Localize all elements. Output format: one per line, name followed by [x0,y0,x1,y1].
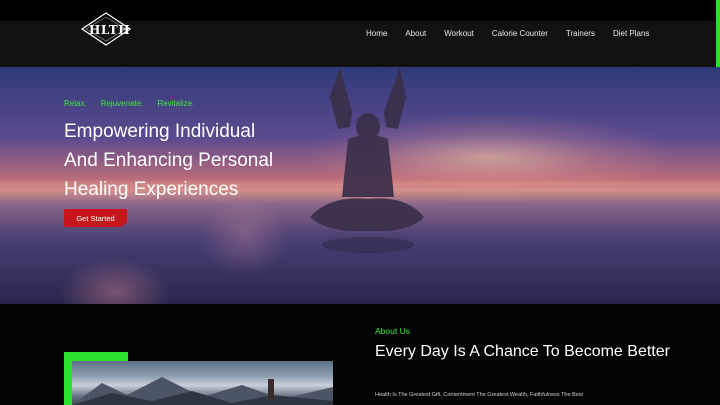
page: HLTH Home About Workout Calorie Counter … [0,0,720,405]
about-label: About Us [375,326,410,336]
tagline-item: Revitalize. [157,99,195,108]
logo-text: HLTH [89,23,131,37]
hero-title-line: Healing Experiences [64,179,239,200]
tagline-item: Rejuvenate. [100,99,144,108]
about-mountain-image [72,361,333,405]
about-text: Health Is The Greatest Gift, Contentment… [375,392,584,398]
get-started-button[interactable]: Get Started [64,209,127,227]
about-section: About Us Every Day Is A Chance To Become… [0,304,720,405]
hero-title: Empowering Individual And Enhancing Pers… [64,117,344,204]
nav-item-trainers[interactable]: Trainers [566,28,595,40]
hero-title-line: Empowering Individual [64,121,256,142]
hero-bokeh-light [200,197,290,277]
nav-item-diet-plans[interactable]: Diet Plans [613,28,649,40]
about-title: Every Day Is A Chance To Become Better [375,343,670,360]
mountain-illustration [72,377,333,405]
hero-tagline: Relax. Rejuvenate. Revitalize. [64,99,194,108]
hero-bokeh-light [60,257,170,304]
hero-title-line: And Enhancing Personal [64,150,274,171]
site-header: HLTH Home About Workout Calorie Counter … [0,0,720,67]
main-nav: Home About Workout Calorie Counter Train… [366,28,667,40]
tagline-item: Relax. [64,99,87,108]
nav-item-home[interactable]: Home [366,28,387,40]
hero-section: Relax. Rejuvenate. Revitalize. Empowerin… [0,67,720,304]
nav-item-workout[interactable]: Workout [444,28,474,40]
nav-item-about[interactable]: About [405,28,426,40]
nav-item-calorie-counter[interactable]: Calorie Counter [492,28,548,40]
brand-logo[interactable]: HLTH [80,11,132,47]
